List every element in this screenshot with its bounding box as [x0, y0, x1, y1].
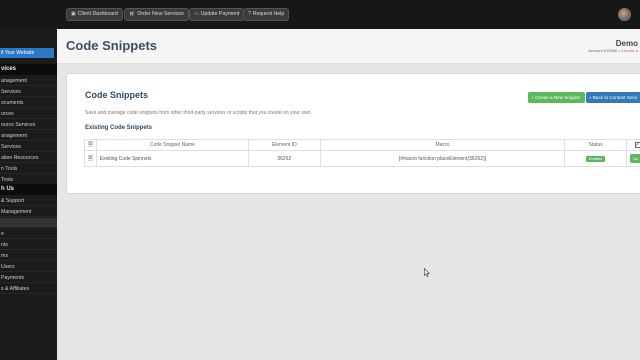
status-badge: Enabled [586, 155, 606, 162]
cart-icon: 🛒︎ [129, 11, 136, 17]
column-header-status[interactable]: Status [564, 139, 627, 151]
table-header-row: 🗎︎ Code Snippet Name Element ID Macro St… [84, 139, 640, 151]
account-number: Account #15460 • [588, 48, 620, 53]
sidebar-item[interactable]: anagement [0, 131, 57, 141]
top-bar: ▣ Client Dashboard 🛒︎ Order New Services… [0, 0, 640, 29]
sidebar-item[interactable]: Management [0, 207, 57, 217]
column-header-name[interactable]: Code Snippet Name [95, 139, 250, 151]
order-new-services-button[interactable]: 🛒︎ Order New Services [124, 8, 189, 21]
sidebar: it Your Website vices anagement Services… [0, 29, 57, 360]
sidebar-item[interactable]: e [0, 229, 57, 239]
sidebar-section-services: vices [0, 64, 57, 75]
sidebar-item[interactable]: Payments [0, 273, 57, 283]
sidebar-item[interactable]: ource Services [0, 120, 57, 130]
file-icon: 🗎︎ [84, 139, 97, 151]
code-snippets-card: Code Snippets + Create a New Snippet « B… [66, 73, 640, 194]
column-header-macro[interactable]: Macro [319, 139, 566, 151]
mouse-cursor-icon [424, 268, 430, 277]
back-to-content-button[interactable]: « Back to Content Servi [586, 92, 640, 103]
select-all-checkbox[interactable]: ✓ [626, 139, 640, 151]
sidebar-item[interactable]: s & Affiliates [0, 284, 57, 294]
visit-website-link[interactable]: it Your Website [0, 48, 54, 58]
sidebar-item[interactable]: nts [0, 240, 57, 250]
sidebar-item-active[interactable] [0, 218, 57, 228]
account-name[interactable]: Demo [616, 39, 638, 48]
snippets-table: 🗎︎ Code Snippet Name Element ID Macro St… [84, 139, 640, 167]
snippet-name[interactable]: Existing Code Spinnets [95, 150, 250, 167]
column-header-element-id[interactable]: Element ID [248, 139, 321, 151]
sidebar-item[interactable]: Services [0, 87, 57, 97]
action-cell: Sa [626, 150, 640, 167]
card-description: Save and manage code snippets from other… [85, 110, 312, 116]
sidebar-item[interactable]: ms [0, 251, 57, 261]
sidebar-item[interactable]: n Tools [0, 164, 57, 174]
card-title: Code Snippets [85, 90, 149, 100]
dashboard-icon: ▣ [71, 11, 76, 17]
account-info: Account #15460 • Choose a [588, 48, 638, 53]
sidebar-item[interactable]: & Support [0, 196, 57, 206]
status-cell: Enabled [564, 150, 627, 167]
row-action-button[interactable]: Sa [630, 154, 640, 163]
snippet-macro: [#macro function placeElement(36262)] [319, 150, 566, 167]
sidebar-item[interactable]: Services [0, 142, 57, 152]
existing-snippets-heading: Existing Code Snippets [85, 125, 153, 131]
update-payment-button[interactable]: ▭ Update Payment [189, 8, 245, 21]
snippet-element-id: 36262 [248, 150, 321, 167]
sidebar-item[interactable]: Users [0, 262, 57, 272]
create-snippet-button[interactable]: + Create a New Snippet [528, 92, 585, 103]
account-status-link[interactable]: Choose a [621, 48, 638, 53]
client-dashboard-button[interactable]: ▣ Client Dashboard [66, 8, 123, 21]
file-icon: 🗎︎ [84, 150, 97, 167]
sidebar-section-help: h Us [0, 184, 57, 195]
sidebar-item[interactable]: ation Resources [0, 153, 57, 163]
avatar[interactable] [618, 8, 631, 21]
page-header: Code Snippets Demo Account #15460 • Choo… [57, 29, 640, 64]
sidebar-item[interactable]: ocuments [0, 98, 57, 108]
sidebar-item[interactable]: urces [0, 109, 57, 119]
table-row[interactable]: 🗎︎ Existing Code Spinnets 36262 [#macro … [84, 150, 640, 167]
page-title: Code Snippets [66, 38, 158, 53]
card-icon: ▭ [194, 11, 199, 17]
help-icon: ? [248, 11, 251, 17]
sidebar-item[interactable]: anagement [0, 76, 57, 86]
request-help-button[interactable]: ? Request Help [243, 8, 290, 21]
